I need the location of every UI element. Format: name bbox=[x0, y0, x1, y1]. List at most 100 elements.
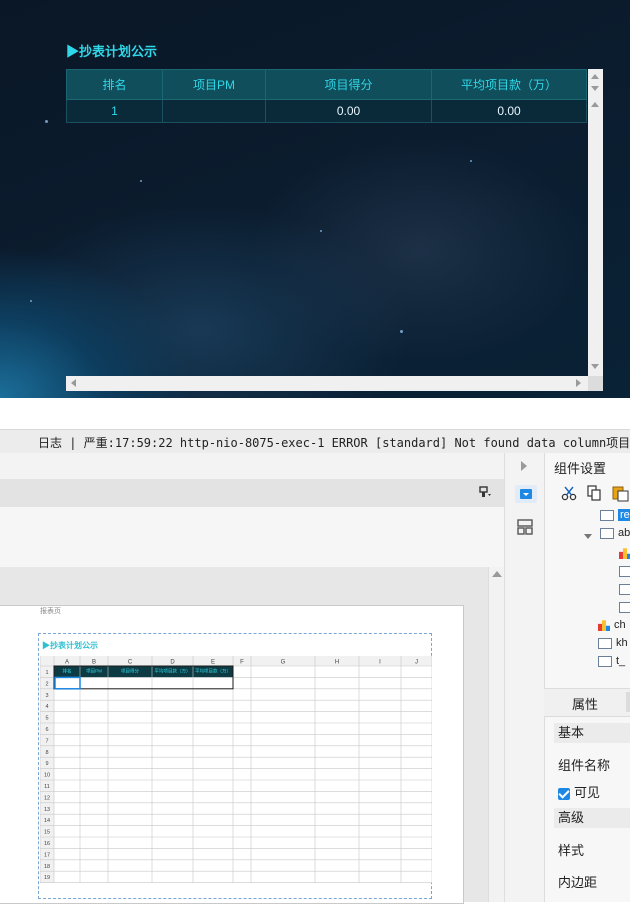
row-number[interactable]: 17 bbox=[44, 852, 50, 858]
tree-item[interactable]: re bbox=[600, 509, 630, 525]
scroll-left-icon[interactable] bbox=[71, 379, 76, 387]
column-letter[interactable]: C bbox=[128, 660, 133, 666]
format-painter-icon[interactable] bbox=[478, 485, 492, 499]
row-number[interactable]: 8 bbox=[45, 750, 48, 756]
tree-item[interactable] bbox=[619, 583, 630, 599]
component-box-icon bbox=[598, 655, 612, 667]
tree-item[interactable] bbox=[619, 547, 630, 563]
star bbox=[140, 180, 142, 182]
component-box-icon bbox=[619, 565, 630, 577]
tree-item[interactable] bbox=[619, 565, 630, 581]
prop-style: 样式 bbox=[558, 843, 585, 858]
preview-horizontal-scrollbar[interactable] bbox=[66, 376, 588, 391]
log-text: 日志 | 严重:17:59:22 http-nio-8075-exec-1 ER… bbox=[38, 436, 630, 450]
row-number[interactable]: 6 bbox=[45, 727, 48, 733]
column-header[interactable]: 平均项目款（万） bbox=[431, 69, 587, 100]
column-header[interactable]: 排名 bbox=[66, 69, 163, 100]
row-number[interactable]: 5 bbox=[45, 716, 48, 722]
prop-component-name: 组件名称 bbox=[558, 758, 611, 773]
visible-label: 可见 bbox=[574, 785, 601, 800]
row-number[interactable]: 2 bbox=[45, 681, 48, 687]
pm-cell bbox=[162, 99, 266, 123]
star bbox=[30, 300, 32, 302]
star bbox=[320, 230, 322, 232]
scroll-down-icon[interactable] bbox=[591, 364, 599, 369]
paste-icon[interactable] bbox=[611, 484, 630, 502]
star bbox=[400, 330, 403, 333]
grid-header-text: 平均项目款（万） bbox=[195, 668, 231, 675]
grid-header-text: 项目得分 bbox=[121, 668, 139, 675]
column-letter[interactable]: D bbox=[170, 660, 175, 666]
tree-item[interactable] bbox=[619, 601, 630, 617]
column-letter[interactable]: E bbox=[211, 660, 215, 666]
cut-icon[interactable] bbox=[561, 485, 577, 501]
copy-icon[interactable] bbox=[586, 484, 602, 502]
scroll-up-icon[interactable] bbox=[591, 74, 599, 79]
column-letter[interactable]: A bbox=[65, 660, 69, 666]
component-settings-icon bbox=[520, 489, 532, 499]
table-header-row: 排名 项目PM 项目得分 平均项目款（万） bbox=[66, 69, 587, 100]
column-letter[interactable]: G bbox=[281, 660, 286, 666]
section-advanced[interactable]: 高级 bbox=[554, 808, 630, 828]
row-number[interactable]: 16 bbox=[44, 841, 50, 847]
tree-item[interactable]: ab bbox=[600, 527, 630, 543]
preview-vertical-scrollbar[interactable] bbox=[588, 69, 603, 376]
expand-arrow-icon[interactable] bbox=[584, 534, 592, 539]
star bbox=[45, 120, 48, 123]
designer-toolbar bbox=[0, 453, 504, 480]
row-number[interactable]: 15 bbox=[44, 830, 50, 836]
log-bar: 日志 | 严重:17:59:22 http-nio-8075-exec-1 ER… bbox=[0, 429, 630, 455]
row-number[interactable]: 12 bbox=[44, 795, 50, 801]
row-number[interactable]: 13 bbox=[44, 807, 50, 813]
tree-item[interactable]: ch bbox=[598, 619, 626, 635]
grid-header-text: 排名 bbox=[63, 668, 72, 675]
row-number[interactable]: 18 bbox=[44, 864, 50, 870]
row-number[interactable]: 7 bbox=[45, 738, 48, 744]
column-letter[interactable]: J bbox=[415, 660, 418, 666]
scroll-down-icon[interactable] bbox=[591, 86, 599, 91]
designer-subtoolbar bbox=[0, 479, 504, 507]
column-letter[interactable]: H bbox=[335, 660, 339, 666]
tree-item[interactable]: t_ bbox=[598, 655, 625, 671]
avg-cell: 0.00 bbox=[431, 99, 587, 123]
component-box-icon bbox=[600, 509, 614, 521]
column-letter[interactable]: F bbox=[240, 660, 244, 666]
collapse-arrow-icon[interactable] bbox=[521, 461, 527, 471]
scroll-corner bbox=[588, 376, 603, 391]
column-letter[interactable]: B bbox=[92, 660, 96, 666]
row-number[interactable]: 3 bbox=[45, 693, 48, 699]
column-header[interactable]: 项目得分 bbox=[265, 69, 432, 100]
scroll-right-icon[interactable] bbox=[576, 379, 581, 387]
scroll-up-icon[interactable] bbox=[492, 571, 502, 577]
chart-component-icon bbox=[619, 548, 630, 560]
tab-properties[interactable]: 属性 bbox=[572, 694, 598, 713]
component-box-icon bbox=[619, 583, 630, 595]
side-tool-strip bbox=[504, 453, 545, 902]
tree-item-label: kh bbox=[616, 637, 628, 649]
section-basic[interactable]: 基本 bbox=[554, 723, 630, 743]
chart-component-icon bbox=[598, 620, 610, 632]
row-number[interactable]: 4 bbox=[45, 704, 48, 710]
visible-checkbox-row[interactable]: 可见 bbox=[558, 782, 600, 801]
scroll-up-icon[interactable] bbox=[591, 102, 599, 107]
row-number[interactable]: 11 bbox=[44, 784, 50, 790]
visible-checkbox[interactable] bbox=[558, 787, 570, 800]
tree-item[interactable]: kh bbox=[598, 637, 628, 653]
tree-item-label: t_ bbox=[616, 655, 626, 667]
component-box-icon bbox=[619, 601, 630, 613]
row-number[interactable]: 19 bbox=[44, 875, 50, 881]
column-header[interactable]: 项目PM bbox=[162, 69, 266, 100]
canvas-vertical-scrollbar[interactable] bbox=[488, 567, 505, 902]
layout-icon[interactable] bbox=[517, 519, 533, 535]
report-grid[interactable]: A B C D E F G H I J12345678910111213141516171819排… bbox=[40, 656, 432, 896]
component-box-icon bbox=[598, 637, 612, 649]
component-settings-tab[interactable] bbox=[515, 485, 537, 503]
star bbox=[470, 160, 472, 162]
row-number[interactable]: 9 bbox=[45, 761, 48, 767]
component-box-icon bbox=[600, 527, 614, 539]
report-preview: ▶抄表计划公示 排名 项目PM 项目得分 平均项目款（万） 1 0.00 0.0… bbox=[0, 0, 630, 398]
tree-item-label: re bbox=[618, 509, 630, 521]
row-number[interactable]: 1 bbox=[45, 670, 48, 676]
row-number[interactable]: 14 bbox=[44, 818, 50, 824]
row-number[interactable]: 10 bbox=[44, 773, 50, 779]
